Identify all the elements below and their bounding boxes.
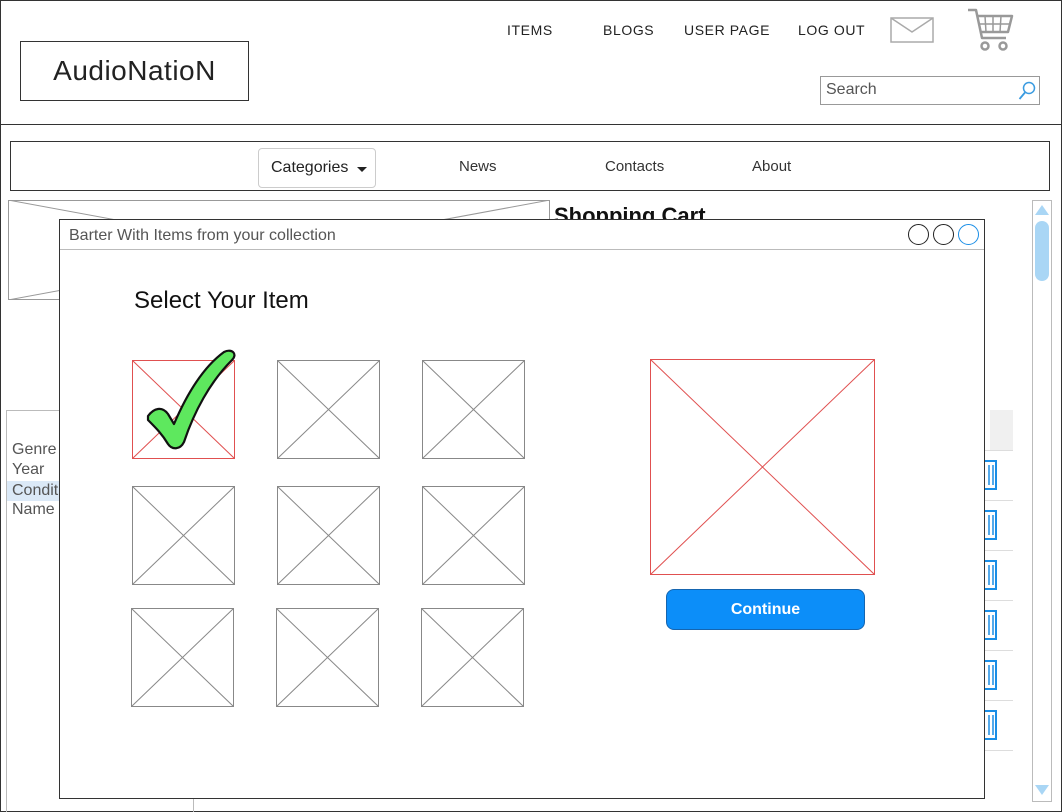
continue-button[interactable]: Continue [666,589,865,630]
close-button[interactable] [958,224,979,245]
modal-title: Barter With Items from your collection [69,227,336,244]
filter-name[interactable]: Name [12,501,55,519]
item-thumbnail[interactable] [421,608,524,707]
maximize-button[interactable] [933,224,954,245]
topnav-blogs[interactable]: BLOGS [603,22,654,38]
item-thumbnail[interactable] [422,486,525,585]
item-thumbnail[interactable] [277,486,380,585]
scroll-up-icon[interactable] [1034,203,1050,217]
categories-label: Categories [271,159,349,176]
categories-dropdown[interactable]: Categories [258,148,376,188]
topnav-log-out[interactable]: LOG OUT [798,22,865,38]
selected-item-preview [650,359,875,575]
nav-about[interactable]: About [752,158,791,175]
item-thumbnail[interactable] [131,608,234,707]
scroll-down-icon[interactable] [1034,783,1050,797]
minimize-button[interactable] [908,224,929,245]
search-input[interactable]: Search [820,76,1040,105]
scroll-thumb[interactable] [1035,221,1049,281]
header-separator [0,124,1062,125]
caret-down-icon [357,166,368,172]
item-thumbnail[interactable] [422,360,525,459]
page-scrollbar[interactable] [1032,200,1052,802]
nav-news[interactable]: News [459,158,497,175]
filter-condition[interactable]: Condit [12,482,58,500]
cart-table-header [990,410,1013,450]
filter-year[interactable]: Year [12,461,44,479]
shopping-cart-icon[interactable] [966,6,1014,52]
item-thumbnail[interactable] [277,360,380,459]
item-thumbnail[interactable] [132,486,235,585]
topnav-items[interactable]: ITEMS [507,22,553,38]
filter-genre[interactable]: Genre [12,441,56,459]
checkmark-icon [146,349,236,450]
site-logo[interactable]: AudioNatioN [20,41,249,101]
select-item-heading: Select Your Item [134,287,309,314]
item-thumbnail[interactable] [276,608,379,707]
main-navbar [10,141,1050,191]
search-icon[interactable] [1018,81,1036,101]
mail-icon[interactable] [890,17,934,43]
topnav-user-page[interactable]: USER PAGE [684,22,770,38]
nav-contacts[interactable]: Contacts [605,158,664,175]
